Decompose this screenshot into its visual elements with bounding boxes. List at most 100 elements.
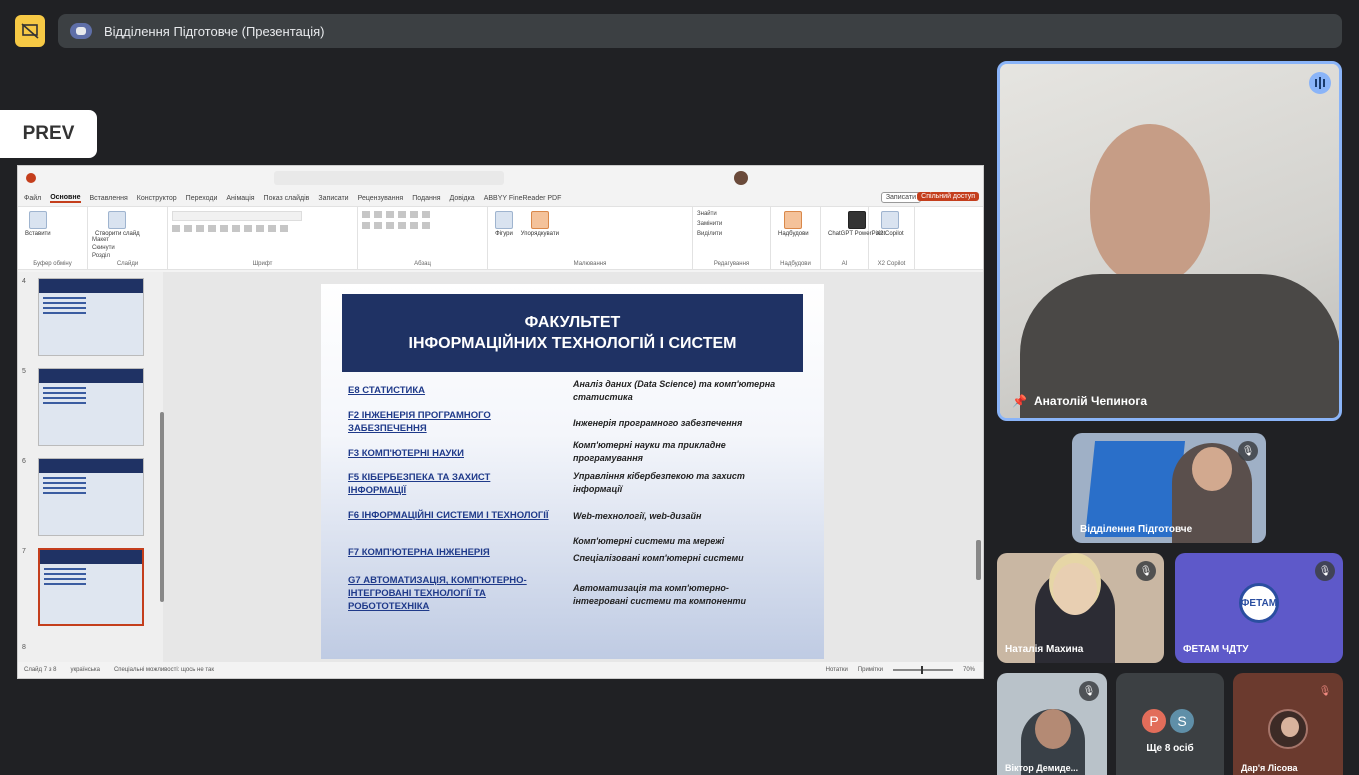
pin-icon[interactable]: 📌 — [1012, 394, 1027, 408]
arrange-button[interactable]: Упорядкувати — [521, 211, 559, 237]
slide-title-line2: ІНФОРМАЦІЙНИХ ТЕХНОЛОГІЙ І СИСТЕМ — [408, 335, 737, 352]
more-participants-tile[interactable]: P S Ще 8 осіб — [1116, 673, 1224, 775]
paragraph-icons-1 — [362, 211, 483, 218]
more-participants-label: Ще 8 осіб — [1146, 743, 1194, 754]
video-banner — [1084, 441, 1186, 537]
participant-name: Відділення Підготовче — [1080, 524, 1193, 535]
thumb-number: 5 — [22, 368, 26, 375]
slide-thumbnail-4[interactable] — [38, 278, 144, 356]
program-item: Web-технології, web-дизайн — [573, 511, 702, 521]
tab-help[interactable]: Довідка — [450, 195, 475, 202]
tab-view[interactable]: Подання — [412, 195, 440, 202]
copilot-group: X2 Copilot X2 Copilot — [869, 207, 915, 269]
stop-presenting-button[interactable] — [15, 15, 45, 47]
tab-insert[interactable]: Вставлення — [90, 195, 128, 202]
specialty-item: F5 КІБЕРБЕЗПЕКА ТА ЗАХИСТ ІНФОРМАЦІЇ — [348, 472, 491, 496]
program-item: Спеціалізовані комп'ютерні системи — [573, 553, 744, 563]
addins-button[interactable]: Надбудови — [778, 211, 809, 237]
slide-title-line1: ФАКУЛЬТЕТ — [524, 314, 621, 331]
specialty-item: F7 КОМП'ЮТЕРНА ІНЖЕНЕРІЯ — [348, 547, 490, 558]
specialty-item: Е8 СТАТИСТИКА — [348, 385, 426, 396]
copilot-button[interactable]: X2 Copilot — [876, 211, 904, 237]
notes-button[interactable]: Нотатки — [826, 667, 848, 673]
tab-record[interactable]: Записати — [318, 195, 348, 202]
slide-counter: Слайд 7 з 8 — [24, 667, 57, 673]
specialty-item: G7 АВТОМАТИЗАЦІЯ, КОМП'ЮТЕРНО-ІНТЕГРОВАН… — [348, 575, 527, 612]
speaker-tile[interactable]: 📌 Анатолій Чепинога — [997, 61, 1342, 421]
participant-tile[interactable]: 🎙 Віктор Демиде... — [997, 673, 1107, 775]
thumb-number: 4 — [22, 278, 26, 285]
ppt-menu-tabs: Файл Основне Вставлення Конструктор Пере… — [18, 190, 983, 206]
find-button[interactable]: Знайти — [697, 211, 766, 217]
slide-thumbnail-6[interactable] — [38, 458, 144, 536]
prev-label[interactable]: PREV — [0, 110, 97, 158]
program-item: Автоматизація та комп'ютерно-інтегровані… — [573, 583, 747, 606]
program-item: Управління кібербезпекою та захист інфор… — [573, 471, 745, 494]
replace-button[interactable]: Замінити — [697, 221, 766, 227]
tab-animations[interactable]: Анімація — [226, 195, 254, 202]
new-slide-button[interactable]: Створити слайд — [95, 211, 140, 237]
ppt-titlebar — [18, 166, 983, 190]
participant-name: ФЕТАМ ЧДТУ — [1183, 644, 1249, 655]
arrange-icon — [530, 211, 549, 229]
faculty-logo: ФЕТАМ — [1239, 583, 1279, 623]
mic-off-icon: 🎙 — [1136, 561, 1156, 581]
powerpoint-window: Файл Основне Вставлення Конструктор Пере… — [17, 165, 984, 679]
speaker-video-face — [1090, 124, 1210, 284]
current-slide: ФАКУЛЬТЕТ ІНФОРМАЦІЙНИХ ТЕХНОЛОГІЙ І СИС… — [321, 284, 824, 659]
thumbnails-scrollbar[interactable] — [160, 412, 164, 602]
font-name-box[interactable] — [172, 211, 302, 221]
zoom-slider[interactable] — [892, 666, 953, 674]
share-button[interactable]: Спільний доступ — [917, 192, 979, 201]
slide-thumbnail-5[interactable] — [38, 368, 144, 446]
paste-icon — [28, 211, 47, 229]
zoom-level[interactable]: 70% — [963, 667, 975, 673]
thumb-number: 7 — [22, 548, 26, 555]
slide-thumbnail-7[interactable] — [38, 548, 144, 626]
layout-button[interactable]: Макет — [92, 237, 115, 243]
participant-avatar — [1268, 709, 1308, 749]
copilot-icon — [880, 211, 899, 229]
new-slide-icon — [108, 211, 127, 229]
reset-button[interactable]: Скинути — [92, 245, 115, 251]
participant-name: Наталія Махина — [1005, 644, 1084, 655]
participant-avatar: P — [1140, 707, 1168, 735]
slide-thumbnails-pane: 4 5 6 7 8 — [18, 272, 164, 662]
specialty-item: F6 ІНФОРМАЦІЙНІ СИСТЕМИ І ТЕХНОЛОГІЇ — [348, 510, 549, 521]
ppt-user-avatar[interactable] — [734, 171, 748, 185]
font-group: Шрифт — [168, 207, 358, 269]
addins-icon — [784, 211, 803, 229]
tab-home[interactable]: Основне — [50, 194, 81, 203]
accessibility-status[interactable]: Спеціальні можливості: щось не так — [114, 667, 214, 673]
tab-transitions[interactable]: Переходи — [186, 195, 218, 202]
tab-design[interactable]: Конструктор — [137, 195, 177, 202]
select-button[interactable]: Виділити — [697, 231, 766, 237]
present-off-icon — [21, 23, 39, 39]
participant-tile[interactable]: 🎙 Відділення Підготовче — [1072, 433, 1266, 543]
participant-tile[interactable]: 🎙 Наталія Махина — [997, 553, 1164, 663]
tab-slideshow[interactable]: Показ слайдів — [264, 195, 310, 202]
presentation-title-bar[interactable]: Відділення Підготовче (Презентація) — [58, 14, 1342, 48]
program-item: Аналіз даних (Data Science) та комп'ютер… — [573, 379, 776, 402]
editing-group: Знайти Замінити Виділити Редагування — [693, 207, 771, 269]
meeting-topbar: Відділення Підготовче (Презентація) — [0, 0, 1359, 60]
record-button[interactable]: Записати — [880, 192, 921, 203]
tab-review[interactable]: Рецензування — [358, 195, 404, 202]
ppt-workspace: 4 5 6 7 8 ФАКУЛЬТЕТ ІНФОРМАЦІЙНИХ ТЕХНОЛ… — [18, 272, 983, 662]
tab-abbyy[interactable]: ABBYY FineReader PDF — [484, 195, 562, 202]
mic-off-icon: 🎙 — [1315, 561, 1335, 581]
slide-scrollbar[interactable] — [976, 540, 981, 580]
section-button[interactable]: Розділ — [92, 253, 115, 259]
shapes-button[interactable]: Фігури — [495, 211, 513, 237]
tab-file[interactable]: Файл — [24, 195, 41, 202]
thumb-number: 8 — [22, 644, 26, 651]
specialty-item: F2 ІНЖЕНЕРІЯ ПРОГРАМНОГО ЗАБЕЗПЕЧЕННЯ — [348, 410, 491, 434]
participant-tile[interactable]: ФЕТАМ 🎙 ФЕТАМ ЧДТУ — [1175, 553, 1343, 663]
language-indicator[interactable]: українська — [70, 667, 100, 673]
paste-button[interactable]: Вставити — [25, 211, 51, 237]
clipboard-group: Вставити Буфер обміну — [18, 207, 88, 269]
ai-group: ChatGPT PowerPoint AI — [821, 207, 885, 269]
comments-button[interactable]: Примітки — [858, 667, 883, 673]
participant-tile[interactable]: 🎙 Дар'я Лісова — [1233, 673, 1343, 775]
ppt-search-box[interactable] — [274, 171, 504, 185]
